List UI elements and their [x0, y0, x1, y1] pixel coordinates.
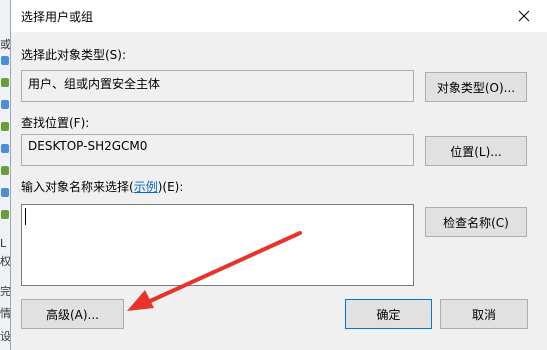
user-icon: [1, 100, 9, 109]
user-icon: [1, 78, 9, 87]
location-field: DESKTOP-SH2GCM0: [21, 134, 414, 166]
user-icon: [1, 210, 9, 219]
object-names-input[interactable]: [21, 204, 414, 286]
object-types-button[interactable]: 对象类型(O)...: [425, 72, 527, 102]
object-type-value: 用户、组或内置安全主体: [28, 77, 161, 91]
dialog-titlebar: 选择用户或组: [11, 0, 547, 32]
examples-link[interactable]: 示例: [134, 180, 158, 194]
location-label: 查找位置(F):: [21, 116, 90, 130]
background-text: L: [0, 237, 7, 250]
locations-button[interactable]: 位置(L)...: [425, 136, 527, 166]
object-type-label: 选择此对象类型(S):: [21, 48, 127, 62]
background-text: 权: [0, 255, 10, 268]
user-icon: [1, 56, 9, 65]
dialog-title: 选择用户或组: [21, 10, 94, 24]
object-type-field: 用户、组或内置安全主体: [21, 70, 414, 102]
background-text: 或: [0, 38, 10, 51]
object-names-input-wrapper: [21, 204, 414, 286]
object-names-label-text: 输入对象名称来选择(: [21, 180, 134, 194]
text-caret: [25, 208, 26, 225]
object-names-label-suffix: )(E):: [157, 180, 184, 194]
cancel-button[interactable]: 取消: [440, 299, 528, 329]
user-icon: [1, 166, 9, 175]
select-users-or-groups-dialog: 选择用户或组 选择此对象类型(S): 用户、组或内置安全主体 对象类型(O)..…: [10, 0, 547, 350]
advanced-button[interactable]: 高级(A)...: [21, 299, 124, 329]
background-text: 情: [0, 307, 10, 320]
user-icon: [1, 144, 9, 153]
close-icon: [518, 10, 530, 22]
close-button[interactable]: [501, 0, 547, 32]
ok-button[interactable]: 确定: [345, 299, 432, 329]
object-names-label: 输入对象名称来选择(示例)(E):: [21, 178, 183, 195]
user-icon: [1, 122, 9, 131]
check-names-button[interactable]: 检查名称(C): [425, 207, 527, 237]
background-text: 设: [0, 330, 10, 343]
user-icon: [1, 188, 9, 197]
location-value: DESKTOP-SH2GCM0: [28, 139, 148, 153]
background-text: 完: [0, 285, 10, 298]
